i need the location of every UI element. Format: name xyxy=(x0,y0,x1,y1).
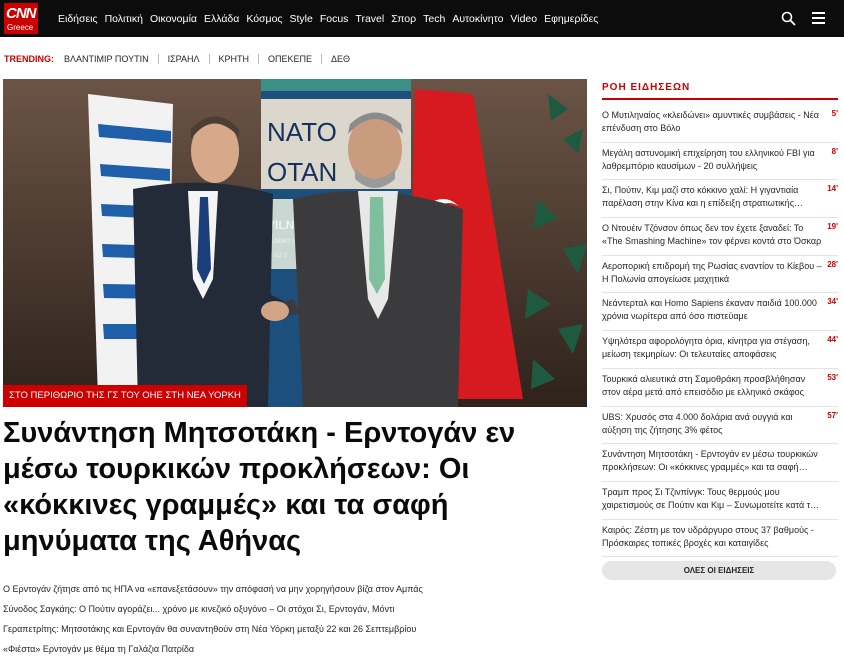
news-feed-item-time: 44' xyxy=(827,335,838,345)
news-feed-item[interactable]: Ο Μυτιληναίος «κλειδώνει» αμυντικές συμβ… xyxy=(602,105,838,143)
trending-item[interactable]: ΟΠΕΚΕΠΕ xyxy=(258,54,321,64)
trending-item[interactable]: ΚΡΗΤΗ xyxy=(208,54,259,64)
search-icon[interactable] xyxy=(781,11,796,26)
related-stories: Ο Ερντογάν ζήτησε από τις ΗΠΑ να «επανεξ… xyxy=(3,583,587,663)
news-feed-item-time: 28' xyxy=(827,259,838,269)
nav-item-greece[interactable]: Ελλάδα xyxy=(204,13,239,25)
trending-item[interactable]: ΔΕΘ xyxy=(321,54,359,64)
nav-item-economy[interactable]: Οικονομία xyxy=(150,13,197,25)
news-feed-item-time: 53' xyxy=(827,372,838,382)
logo-subtext: Greece xyxy=(7,23,34,32)
news-feed-item-text: Μεγάλη αστυνομική επιχείρηση του ελληνικ… xyxy=(602,147,815,171)
related-story-link[interactable]: «Φιέστα» Ερντογάν με θέμα τη Γαλάζια Πατ… xyxy=(3,643,587,663)
news-feed-item-text: Υψηλότερα αφορολόγητα όρια, κίνητρα για … xyxy=(602,336,810,360)
news-feed-item[interactable]: Τουρκικά αλιευτικά στη Σαμοθράκη προσβλή… xyxy=(602,369,838,407)
nav-item-style[interactable]: Style xyxy=(289,13,312,25)
hamburger-menu-icon[interactable] xyxy=(812,12,825,24)
nav-item-travel[interactable]: Travel xyxy=(355,13,384,25)
news-feed-item-time: 5' xyxy=(831,109,838,118)
news-feed-item[interactable]: Τραμπ προς Σι Τζινπίνγκ: Τους θερμούς μο… xyxy=(602,482,838,520)
logo-text: CNN xyxy=(6,5,36,22)
trending-label: TRENDING: xyxy=(4,54,54,64)
news-feed-item-text: Αεροπορική επιδρομή της Ρωσίας εναντίον … xyxy=(602,260,822,284)
news-feed-item[interactable]: Νεάντερταλ και Homo Sapiens έκαναν παιδι… xyxy=(602,293,838,332)
news-feed-item-time: 19' xyxy=(827,222,838,232)
top-navigation-bar: CNN Greece Ειδήσεις Πολιτική Οικονομία Ε… xyxy=(0,0,844,37)
handshake xyxy=(261,301,289,321)
all-news-button[interactable]: ΟΛΕΣ ΟΙ ΕΙΔΗΣΕΙΣ xyxy=(602,561,836,580)
news-feed-item-text: Καιρός: Ζέστη με τον υδράργυρο στους 37 … xyxy=(602,524,814,548)
news-feed-item-text: Τουρκικά αλιευτικά στη Σαμοθράκη προσβλή… xyxy=(602,373,806,397)
trending-item[interactable]: ΙΣΡΑΗΛ xyxy=(157,54,209,64)
news-feed-item[interactable]: Καιρός: Ζέστη με τον υδράργυρο στους 37 … xyxy=(602,520,838,558)
main-headline[interactable]: Συνάντηση Μητσοτάκη - Ερντογάν εν μέσω τ… xyxy=(3,415,587,559)
nav-item-video[interactable]: Video xyxy=(510,13,537,25)
news-feed-item[interactable]: Μεγάλη αστυνομική επιχείρηση του ελληνικ… xyxy=(602,143,838,181)
news-feed-item-text: Σι, Πούτιν, Κιμ μαζί στο κόκκινο χαλί: Η… xyxy=(602,185,799,209)
news-feed-item-text: Τραμπ προς Σι Τζινπίνγκ: Τους θερμούς μο… xyxy=(602,486,822,510)
news-feed-item-time: 34' xyxy=(827,297,838,307)
news-feed-item[interactable]: UBS: Χρυσός στα 4.000 δολάρια ανά ουγγιά… xyxy=(602,407,838,445)
news-feed-item-time: 8' xyxy=(831,146,838,156)
nav-item-sport[interactable]: Σπορ xyxy=(391,13,416,25)
nav-item-news[interactable]: Ειδήσεις xyxy=(58,13,98,25)
news-feed-item-text: Ο Μυτιληναίος «κλειδώνει» αμυντικές συμβ… xyxy=(602,110,819,133)
news-feed-item[interactable]: Συνάντηση Μητσοτάκη - Ερντογάν εν μέσω τ… xyxy=(602,444,838,482)
news-feed-item[interactable]: Υψηλότερα αφορολόγητα όρια, κίνητρα για … xyxy=(602,331,838,369)
related-story-link[interactable]: Σύνοδος Σαγκάης: Ο Πούτιν αγοράζει... χρ… xyxy=(3,603,587,623)
news-feed-item[interactable]: Ο Ντουέιν Τζόνσον όπως δεν τον έχετε ξαν… xyxy=(602,218,838,256)
hero-image[interactable]: NATO OTAN VILNI SUMMIT | 11-12 V xyxy=(3,79,587,407)
news-feed-list: Ο Μυτιληναίος «κλειδώνει» αμυντικές συμβ… xyxy=(602,105,838,558)
hero-photo-illustration: NATO OTAN VILNI SUMMIT | 11-12 V xyxy=(3,79,587,407)
related-story-link[interactable]: Ο Ερντογάν ζήτησε από τις ΗΠΑ να «επανεξ… xyxy=(3,583,587,603)
news-feed-title: ΡΟΗ ΕΙΔΗΣΕΩΝ xyxy=(602,82,691,93)
cnn-greece-logo[interactable]: CNN Greece xyxy=(4,3,38,34)
nato-text: NATO xyxy=(267,117,337,147)
news-feed-item-text: UBS: Χρυσός στα 4.000 δολάρια ανά ουγγιά… xyxy=(602,411,793,435)
news-feed-item-text: Συνάντηση Μητσοτάκη - Ερντογάν εν μέσω τ… xyxy=(602,449,818,473)
otan-text: OTAN xyxy=(267,157,337,187)
news-feed-item[interactable]: Σι, Πούτιν, Κιμ μαζί στο κόκκινο χαλί: Η… xyxy=(602,180,838,219)
nav-item-newspapers[interactable]: Εφημερίδες xyxy=(544,13,598,25)
news-feed-item[interactable]: Αεροπορική επιδρομή της Ρωσίας εναντίον … xyxy=(602,256,838,294)
main-nav: Ειδήσεις Πολιτική Οικονομία Ελλάδα Κόσμο… xyxy=(58,0,605,37)
news-feed-item-time: 57' xyxy=(827,410,838,420)
nav-item-world[interactable]: Κόσμος xyxy=(246,13,282,25)
trending-bar: TRENDING: ΒΛΑΝΤΙΜΙΡ ΠΟΥΤΙΝ ΙΣΡΑΗΛ ΚΡΗΤΗ … xyxy=(4,52,359,66)
related-story-link[interactable]: Γεραπετρίτης: Μητσοτάκης και Ερντογάν θα… xyxy=(3,623,587,643)
news-feed-item-text: Νεάντερταλ και Homo Sapiens έκαναν παιδι… xyxy=(602,298,817,322)
nav-item-politics[interactable]: Πολιτική xyxy=(105,13,143,25)
nav-item-auto[interactable]: Αυτοκίνητο xyxy=(452,13,503,25)
news-feed-item-time: 14' xyxy=(827,184,838,194)
nav-item-tech[interactable]: Tech xyxy=(423,13,445,25)
nav-item-focus[interactable]: Focus xyxy=(320,13,349,25)
news-feed-divider xyxy=(602,98,838,100)
hero-caption-badge[interactable]: ΣΤΟ ΠΕΡΙΘΩΡΙΟ ΤΗΣ ΓΣ ΤΟΥ ΟΗΕ ΣΤΗ ΝΕΑ ΥΟΡ… xyxy=(3,385,247,407)
trending-item[interactable]: ΒΛΑΝΤΙΜΙΡ ΠΟΥΤΙΝ xyxy=(64,54,158,64)
news-feed-item-text: Ο Ντουέιν Τζόνσον όπως δεν τον έχετε ξαν… xyxy=(602,223,822,247)
